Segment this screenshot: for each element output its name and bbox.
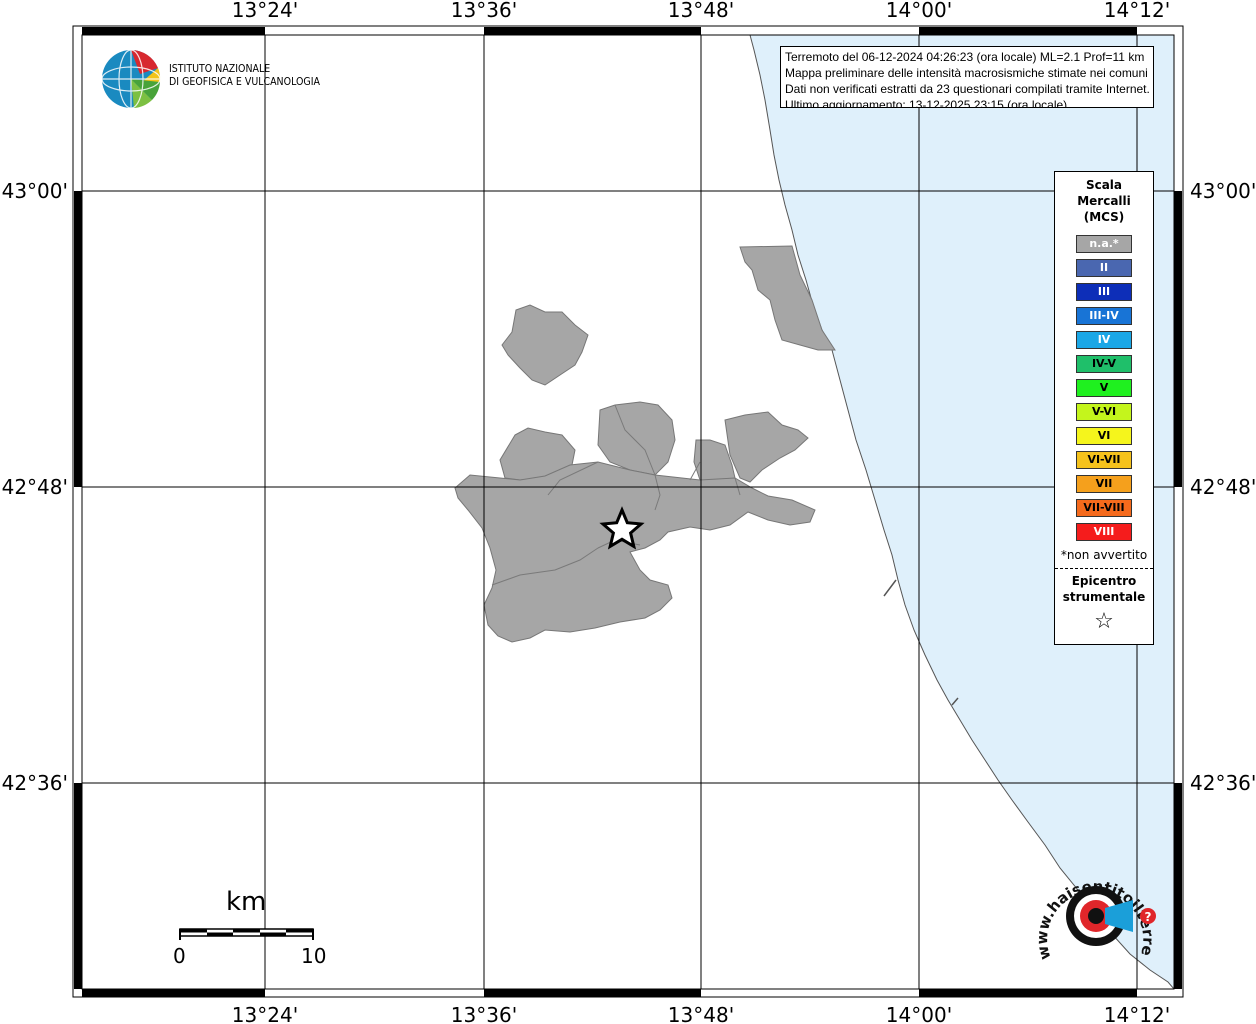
event-info-line2: Mappa preliminare delle intensità macros… (785, 66, 1148, 80)
legend-item: VI-VII (1076, 451, 1132, 469)
lon-label: 13°48' (668, 1003, 734, 1024)
legend-item: VIII (1076, 523, 1132, 541)
lon-label: 14°00' (886, 0, 952, 22)
lat-label: 42°36' (1190, 771, 1256, 795)
globe-icon (101, 49, 161, 109)
legend-epicenter-line1: Epicentro (1071, 574, 1137, 588)
event-info-box: Terremoto del 06-12-2024 04:26:23 (ora l… (780, 46, 1154, 108)
legend-item: VI (1076, 427, 1132, 445)
lon-label: 13°48' (668, 0, 734, 22)
scale-unit-label: km (226, 887, 267, 917)
legend-items: n.a.* II III III-IV IV IV-V V V-VI VI VI-VII VII VI… (1055, 235, 1153, 541)
lon-label: 13°24' (232, 1003, 298, 1024)
lon-label: 14°00' (886, 1003, 952, 1024)
event-info-line1: Terremoto del 06-12-2024 04:26:23 (ora l… (785, 50, 1145, 64)
legend-item: VII (1076, 475, 1132, 493)
bottom-longitude-labels: 13°24' 13°36' 13°48' 14°00' 14°12' (232, 1003, 1170, 1024)
lat-label: 42°36' (2, 771, 68, 795)
legend-item: IV-V (1076, 355, 1132, 373)
legend-title-line2: Mercalli (1077, 194, 1131, 208)
legend-item: II (1076, 259, 1132, 277)
lon-label: 14°12' (1104, 0, 1170, 22)
lon-label: 13°24' (232, 0, 298, 22)
legend-epicenter-label: Epicentro strumentale (1055, 573, 1153, 605)
legend-item: n.a.* (1076, 235, 1132, 253)
epicenter-star-icon: ☆ (1094, 609, 1114, 634)
lat-label: 43°00' (1190, 179, 1256, 203)
legend-item: III-IV (1076, 307, 1132, 325)
event-info-line3: Dati non verificati estratti da 23 quest… (785, 82, 1150, 96)
legend-item: IV (1076, 331, 1132, 349)
legend-epicenter-line2: strumentale (1062, 590, 1146, 604)
legend-item: III (1076, 283, 1132, 301)
haisentito-logo: www.haisentitoilterremoto.it ? (1033, 858, 1157, 962)
top-longitude-labels: 13°24' 13°36' 13°48' 14°00' 14°12' (232, 0, 1170, 22)
right-latitude-labels: 43°00' 42°48' 42°36' (1190, 179, 1256, 795)
ingv-logo-text: ISTITUTO NAZIONALE DI GEOFISICA E VULCAN… (169, 63, 320, 89)
lat-label: 42°48' (1190, 475, 1256, 499)
legend-item: V-VI (1076, 403, 1132, 421)
legend-divider (1055, 568, 1153, 569)
legend-item: VII-VIII (1076, 499, 1132, 517)
event-info-line4: Ultimo aggiornamento: 13-12-2025 23:15 (… (785, 98, 1068, 108)
legend-title-line3: (MCS) (1083, 210, 1125, 224)
lon-label: 13°36' (451, 0, 517, 22)
legend-title-line1: Scala (1085, 178, 1123, 192)
lon-label: 13°36' (451, 1003, 517, 1024)
left-latitude-labels: 43°00' 42°48' 42°36' (2, 179, 68, 795)
legend-item: V (1076, 379, 1132, 397)
legend-note: *non avvertito (1060, 548, 1148, 562)
scale-end-label: 10 (301, 944, 327, 968)
logo-line2: DI GEOFISICA E VULCANOLOGIA (169, 76, 321, 88)
mcs-legend: Scala Mercalli (MCS) n.a.* II III III-IV IV I… (1054, 171, 1154, 645)
legend-title: Scala Mercalli (MCS) (1055, 177, 1153, 225)
logo-line1: ISTITUTO NAZIONALE (169, 63, 271, 75)
lat-label: 42°48' (2, 475, 68, 499)
scale-start-label: 0 (173, 944, 186, 968)
lon-label: 14°12' (1104, 1003, 1170, 1024)
ingv-logo: ISTITUTO NAZIONALE DI GEOFISICA E VULCAN… (100, 48, 320, 110)
lat-label: 43°00' (2, 179, 68, 203)
svg-text:?: ? (1145, 910, 1152, 924)
